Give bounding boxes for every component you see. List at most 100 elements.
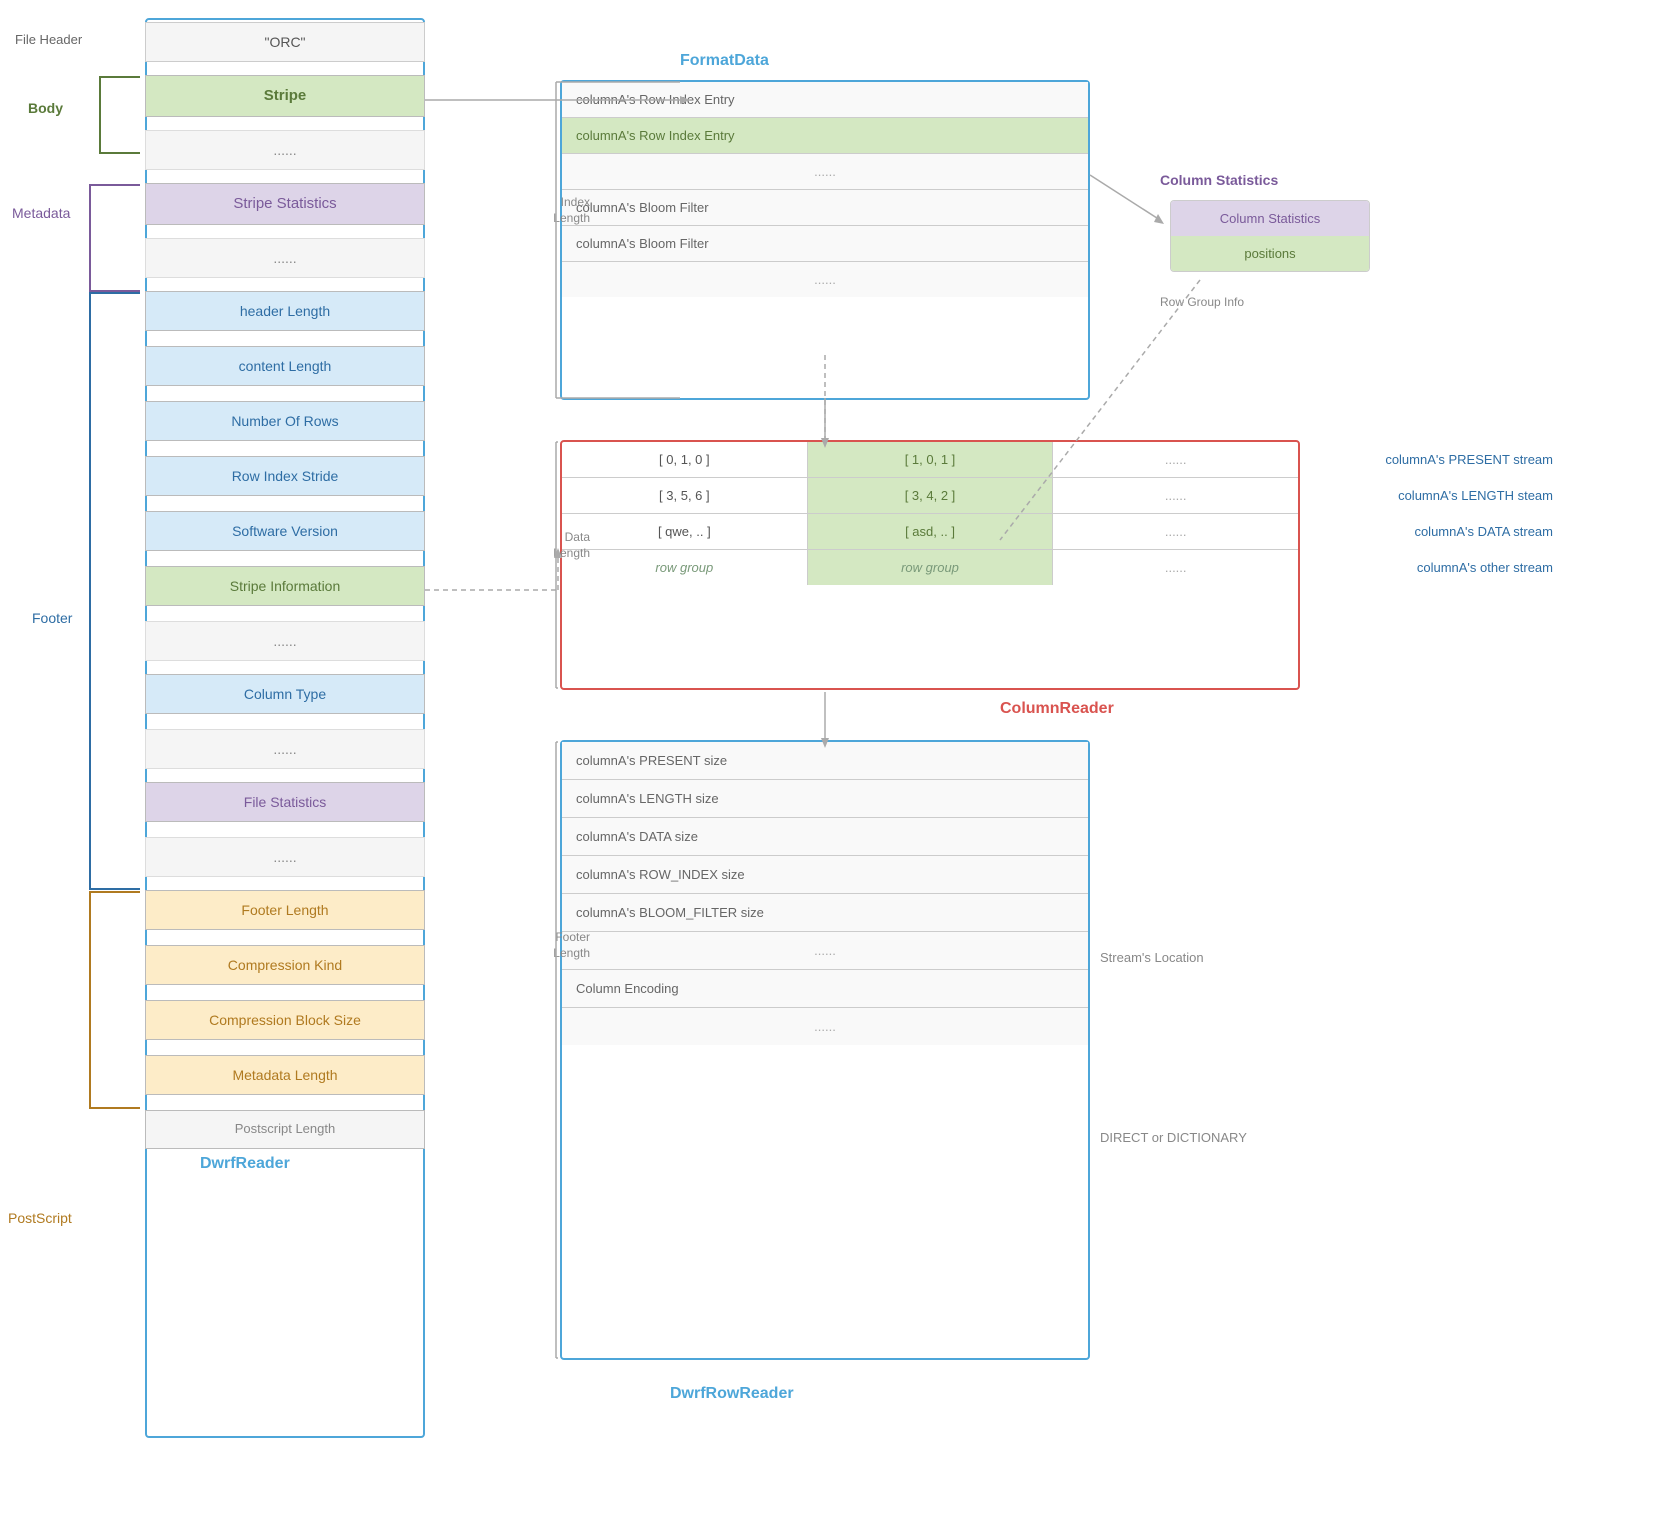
cr-cell-1-0: [ 3, 5, 6 ] <box>562 478 808 513</box>
column-reader-label: ColumnReader <box>1000 700 1114 718</box>
cr-label-1: columnA's LENGTH steam <box>1398 488 1553 503</box>
index-length-label: IndexLength <box>530 195 590 226</box>
cell-row-index-stride-label: Row Index Stride <box>145 456 425 496</box>
cell-dots4-label: ...... <box>145 729 425 769</box>
cr-row-2: [ qwe, .. ] [ asd, .. ] ...... columnA's… <box>562 514 1298 550</box>
cell-dots2-label: ...... <box>145 238 425 278</box>
cr-cell-3-1: row group <box>808 550 1054 585</box>
cr-label-2: columnA's DATA stream <box>1414 524 1553 539</box>
col-stats-box: Column Statistics positions <box>1170 200 1370 272</box>
column-reader-box: [ 0, 1, 0 ] [ 1, 0, 1 ] ...... columnA's… <box>560 440 1300 690</box>
cr-cell-0-2: ...... <box>1053 442 1298 477</box>
cr-cell-3-2: ...... <box>1053 550 1298 585</box>
cr-cell-2-1: [ asd, .. ] <box>808 514 1054 549</box>
cell-dots5-label: ...... <box>145 837 425 877</box>
cell-column-type-label: Column Type <box>145 674 425 714</box>
postscript-bracket <box>80 890 145 1110</box>
drr-cell-5: ...... <box>562 932 1088 970</box>
drr-cell-2: columnA's DATA size <box>562 818 1088 856</box>
cr-label-3: columnA's other stream <box>1417 560 1553 575</box>
cell-compression-block-size-label: Compression Block Size <box>145 1000 425 1040</box>
left-column-border <box>145 18 425 1438</box>
cell-orc-label: "ORC" <box>145 22 425 62</box>
cell-dots5: ...... <box>145 837 425 877</box>
cell-stripe-stats: Stripe Statistics <box>145 183 425 225</box>
cell-file-statistics-label: File Statistics <box>145 782 425 822</box>
cell-dots3-label: ...... <box>145 621 425 661</box>
cell-footer-length: Footer Length <box>145 890 425 930</box>
format-data-label: FormatData <box>680 52 769 70</box>
drr-cell-4: columnA's BLOOM_FILTER size <box>562 894 1088 932</box>
cell-software-version-label: Software Version <box>145 511 425 551</box>
cell-dots1: ...... <box>145 130 425 170</box>
cell-footer-length-label: Footer Length <box>145 890 425 930</box>
cell-metadata-length: Metadata Length <box>145 1055 425 1095</box>
cell-postscript-length-label: Postscript Length <box>145 1110 425 1149</box>
fd-cell-4: columnA's Bloom Filter <box>562 226 1088 262</box>
fd-cell-3: columnA's Bloom Filter <box>562 190 1088 226</box>
cr-cell-3-0: row group <box>562 550 808 585</box>
metadata-bracket <box>80 183 145 293</box>
cr-cell-2-2: ...... <box>1053 514 1298 549</box>
footer-length-label: FooterLength <box>530 930 590 961</box>
cs-cell-green: positions <box>1171 236 1369 271</box>
cell-stripe-information-label: Stripe Information <box>145 566 425 606</box>
cell-postscript-length: Postscript Length <box>145 1110 425 1149</box>
fd-cell-5: ...... <box>562 262 1088 297</box>
cell-dots2: ...... <box>145 238 425 278</box>
diagram-container: File Header Body Metadata Footer PostScr… <box>0 0 1680 1520</box>
fd-cell-0: columnA's Row Index Entry <box>562 82 1088 118</box>
cr-row-1: [ 3, 5, 6 ] [ 3, 4, 2 ] ...... columnA's… <box>562 478 1298 514</box>
cell-file-header: "ORC" <box>145 22 425 62</box>
drr-cell-3: columnA's ROW_INDEX size <box>562 856 1088 894</box>
cr-cell-0-1: [ 1, 0, 1 ] <box>808 442 1054 477</box>
dwrf-row-reader-label: DwrfRowReader <box>670 1385 794 1403</box>
cell-stripe: Stripe <box>145 75 425 117</box>
label-body: Body <box>28 100 63 116</box>
label-metadata: Metadata <box>12 205 70 221</box>
footer-bracket <box>80 291 145 891</box>
cell-number-of-rows: Number Of Rows <box>145 401 425 441</box>
cell-header-length: header Length <box>145 291 425 331</box>
cell-compression-kind: Compression Kind <box>145 945 425 985</box>
cell-content-length-label: content Length <box>145 346 425 386</box>
cell-column-type: Column Type <box>145 674 425 714</box>
format-data-box: columnA's Row Index Entry columnA's Row … <box>560 80 1090 400</box>
cell-header-length-label: header Length <box>145 291 425 331</box>
cr-label-0: columnA's PRESENT stream <box>1385 452 1553 467</box>
cell-stripe-stats-label: Stripe Statistics <box>145 183 425 225</box>
fd-cell-1: columnA's Row Index Entry <box>562 118 1088 154</box>
cell-stripe-label: Stripe <box>145 75 425 117</box>
drr-cell-0: columnA's PRESENT size <box>562 742 1088 780</box>
cs-cell-purple: Column Statistics <box>1171 201 1369 236</box>
body-bracket <box>90 75 145 155</box>
cell-dots1-label: ...... <box>145 130 425 170</box>
cell-compression-block-size: Compression Block Size <box>145 1000 425 1040</box>
drr-cell-6: Column Encoding <box>562 970 1088 1008</box>
fd-cell-2: ...... <box>562 154 1088 190</box>
data-length-label: DataLength <box>530 530 590 561</box>
cr-cell-2-0: [ qwe, .. ] <box>562 514 808 549</box>
cell-content-length: content Length <box>145 346 425 386</box>
label-dwrf-reader: DwrfReader <box>200 1155 290 1173</box>
cr-row-3: row group row group ...... columnA's oth… <box>562 550 1298 585</box>
cr-cell-0-0: [ 0, 1, 0 ] <box>562 442 808 477</box>
cr-row-0: [ 0, 1, 0 ] [ 1, 0, 1 ] ...... columnA's… <box>562 442 1298 478</box>
cell-row-index-stride: Row Index Stride <box>145 456 425 496</box>
cr-cell-1-2: ...... <box>1053 478 1298 513</box>
label-postscript: PostScript <box>8 1210 72 1226</box>
cell-number-of-rows-label: Number Of Rows <box>145 401 425 441</box>
column-statistics-label: Column Statistics <box>1160 172 1278 188</box>
cell-stripe-information: Stripe Information <box>145 566 425 606</box>
cell-software-version: Software Version <box>145 511 425 551</box>
direct-or-dictionary-label: DIRECT or DICTIONARY <box>1100 1130 1247 1145</box>
cell-dots3: ...... <box>145 621 425 661</box>
streams-location-label: Stream's Location <box>1100 950 1204 965</box>
drr-cell-7: ...... <box>562 1008 1088 1045</box>
dwrf-row-reader-box: columnA's PRESENT size columnA's LENGTH … <box>560 740 1090 1360</box>
cell-dots4: ...... <box>145 729 425 769</box>
cr-cell-1-1: [ 3, 4, 2 ] <box>808 478 1054 513</box>
cell-metadata-length-label: Metadata Length <box>145 1055 425 1095</box>
cell-file-statistics: File Statistics <box>145 782 425 822</box>
drr-cell-1: columnA's LENGTH size <box>562 780 1088 818</box>
